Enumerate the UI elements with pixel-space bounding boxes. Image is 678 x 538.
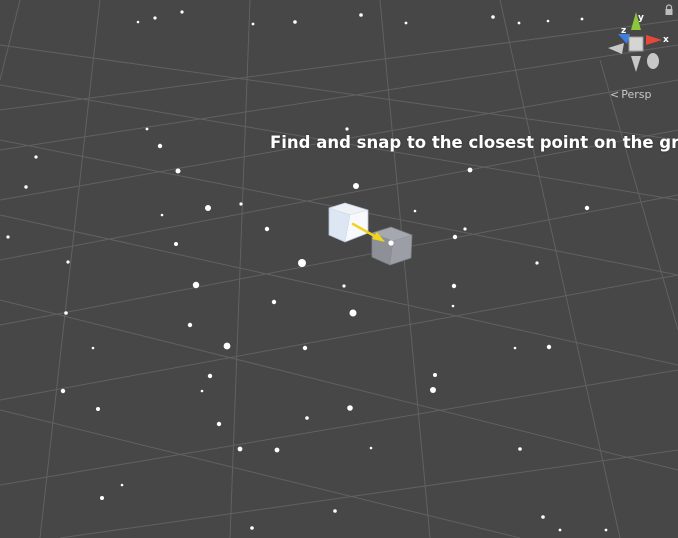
orientation-gizmo[interactable]: z y x [600, 8, 672, 80]
scene-viewport[interactable]: Find and snap to the closest point on th… [0, 0, 678, 538]
projection-toggle[interactable]: < Persp [610, 88, 651, 101]
grid-lines [0, 0, 678, 538]
snap-point [388, 240, 394, 246]
z-axis-label: z [621, 26, 626, 36]
gizmo-center-cube[interactable] [628, 36, 644, 52]
snapped-cube[interactable] [371, 226, 413, 266]
x-axis-label: x [663, 35, 669, 45]
neg-z-axis-cone[interactable] [647, 53, 659, 69]
y-axis-label: y [638, 13, 644, 23]
lock-icon[interactable] [664, 4, 674, 16]
projection-glyph-icon: < [610, 88, 620, 101]
scene-canvas[interactable] [0, 0, 678, 538]
snap-caption: Find and snap to the closest point on th… [270, 133, 678, 152]
x-axis-cone[interactable] [646, 35, 662, 45]
neg-y-axis-cone[interactable] [631, 56, 641, 72]
source-cube[interactable] [328, 202, 369, 243]
projection-label: Persp [621, 88, 652, 101]
neg-x-axis-cone[interactable] [608, 43, 624, 54]
grid-vertex-dots [6, 10, 608, 532]
